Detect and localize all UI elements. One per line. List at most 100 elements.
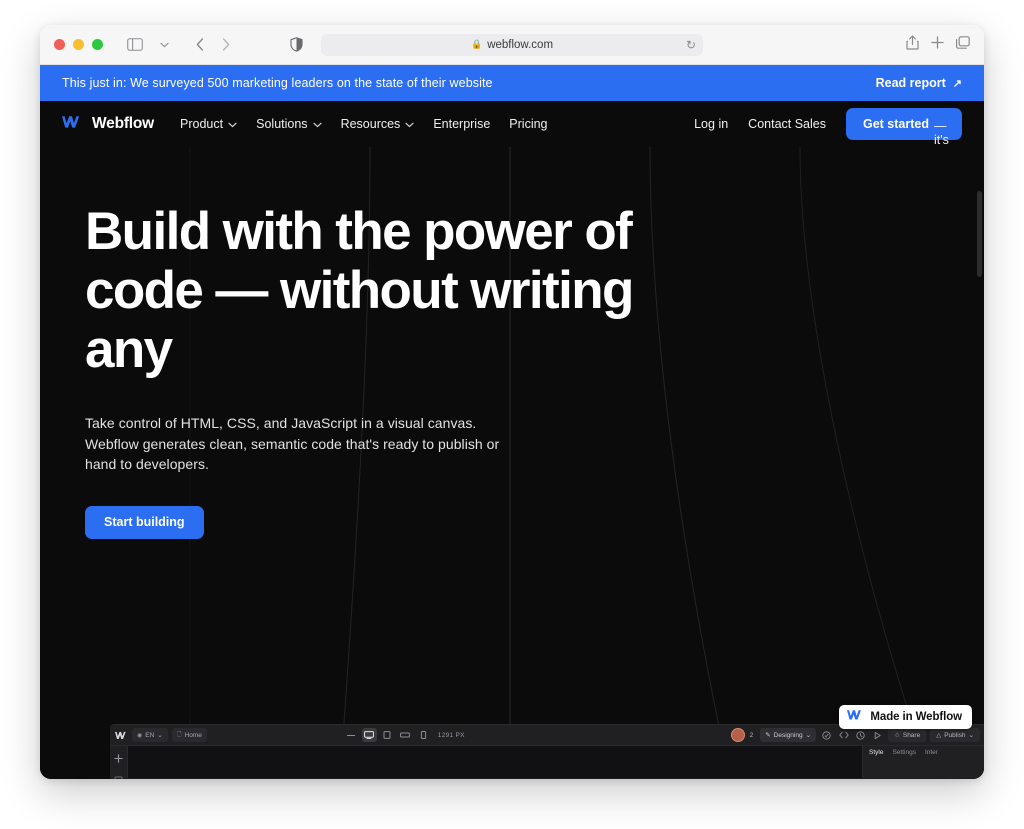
- announcement-banner: This just in: We surveyed 500 marketing …: [40, 65, 984, 101]
- address-bar[interactable]: 🔒 webflow.com ↻: [321, 33, 703, 56]
- brand-name: Webflow: [92, 115, 155, 132]
- mode-label: Designing: [773, 731, 803, 739]
- add-element-plus-icon[interactable]: [114, 750, 123, 768]
- chevron-down-icon: ⌄: [805, 732, 812, 739]
- privacy-shield-icon[interactable]: [290, 37, 303, 52]
- preview-icon[interactable]: [871, 729, 884, 742]
- viewport-desktop-button[interactable]: [361, 728, 377, 742]
- locale-label: EN: [145, 731, 155, 739]
- screenshot-stage: 🔒 webflow.com ↻ This just in: We surveye…: [0, 0, 1024, 829]
- get-started-button[interactable]: Get started — it's free: [846, 108, 962, 161]
- clock-icon[interactable]: [854, 729, 867, 742]
- nav-item-pricing[interactable]: Pricing: [509, 117, 547, 131]
- viewport-controls: 1291 PX: [344, 728, 465, 742]
- site-navbar: Webflow Product Solutions Resources Ente…: [40, 101, 984, 161]
- designer-body: Style Settings Inter: [110, 746, 984, 779]
- browser-chrome: 🔒 webflow.com ↻: [40, 25, 984, 65]
- nav-item-resources[interactable]: Resources: [341, 117, 415, 131]
- viewport-tablet-button[interactable]: [380, 728, 395, 742]
- tab-style[interactable]: Style: [869, 749, 883, 756]
- contact-sales-link[interactable]: Contact Sales: [748, 117, 826, 131]
- address-bar-url: webflow.com: [487, 38, 554, 51]
- tab-interactions[interactable]: Inter: [925, 749, 938, 756]
- code-icon[interactable]: [837, 729, 850, 742]
- pencil-icon: ✎: [765, 732, 771, 739]
- webflow-brand-link[interactable]: Webflow: [62, 115, 154, 134]
- lock-icon: 🔒: [470, 39, 483, 49]
- publish-button[interactable]: △ Publish ⌄: [930, 728, 980, 742]
- chevron-down-icon: ⌄: [968, 732, 974, 739]
- read-report-link[interactable]: Read report ↗: [876, 76, 962, 90]
- viewport-width-label: 1291 PX: [437, 731, 465, 739]
- banner-text: This just in: We surveyed 500 marketing …: [62, 76, 493, 90]
- hero-section: Build with the power of code — without w…: [40, 147, 984, 779]
- rocket-icon: △: [936, 732, 942, 739]
- nav-item-product-label: Product: [180, 117, 224, 131]
- tab-overview-icon[interactable]: [956, 35, 970, 54]
- designer-actions: 2 ✎ Designing ⌄ ☃ Share △ Publish ⌄: [730, 728, 980, 742]
- web-page: This just in: We surveyed 500 marketing …: [40, 65, 984, 779]
- share-icon[interactable]: [906, 34, 919, 55]
- nav-item-enterprise-label: Enterprise: [433, 117, 491, 131]
- zoom-window-button[interactable]: [92, 39, 103, 50]
- person-icon: ☃: [894, 732, 900, 739]
- close-window-button[interactable]: [54, 39, 65, 50]
- tab-settings[interactable]: Settings: [892, 749, 916, 756]
- read-report-label: Read report: [875, 76, 946, 90]
- hero-headline: Build with the power of code — without w…: [85, 202, 634, 379]
- webflow-logo-icon: [62, 115, 83, 134]
- collapse-icon[interactable]: [344, 728, 359, 742]
- nav-item-product[interactable]: Product: [180, 117, 237, 131]
- audit-icon[interactable]: [820, 729, 833, 742]
- globe-icon: ◉: [137, 732, 143, 739]
- browser-back-button[interactable]: [188, 34, 212, 56]
- made-in-webflow-badge[interactable]: Made in Webflow: [839, 705, 972, 729]
- login-link[interactable]: Log in: [694, 117, 728, 131]
- sidebar-icon[interactable]: [123, 34, 147, 56]
- new-tab-plus-icon[interactable]: [931, 35, 944, 54]
- made-in-webflow-label: Made in Webflow: [870, 711, 962, 723]
- nav-item-pricing-label: Pricing: [509, 117, 548, 131]
- designer-canvas[interactable]: [128, 746, 862, 778]
- get-started-label: Get started: [863, 117, 929, 131]
- hero-subhead: Take control of HTML, CSS, and JavaScrip…: [85, 415, 500, 472]
- nav-item-resources-label: Resources: [340, 117, 401, 131]
- share-label: Share: [902, 731, 921, 739]
- external-arrow-icon: ↗: [952, 77, 962, 90]
- publish-label: Publish: [944, 731, 966, 739]
- chevron-down-icon: [405, 117, 414, 131]
- pages-panel-icon[interactable]: [114, 772, 123, 779]
- collaborator-count: 2: [749, 731, 754, 739]
- nav-links: Product Solutions Resources Enterprise P…: [180, 117, 547, 131]
- minimize-window-button[interactable]: [73, 39, 84, 50]
- viewport-mobile-portrait-button[interactable]: [416, 728, 431, 742]
- get-started-sublabel: — it's free: [934, 118, 956, 161]
- collaborator-avatar[interactable]: [730, 728, 745, 742]
- window-controls[interactable]: [54, 39, 103, 50]
- viewport-mobile-landscape-button[interactable]: [398, 728, 413, 742]
- browser-window: 🔒 webflow.com ↻ This just in: We surveye…: [40, 25, 984, 779]
- start-building-button[interactable]: Start building: [85, 505, 204, 539]
- browser-forward-button[interactable]: [214, 34, 238, 56]
- designer-left-toolbar: [110, 746, 128, 779]
- designer-panel-tabs: Style Settings Inter: [863, 749, 984, 756]
- designer-right-panel: Style Settings Inter: [862, 746, 984, 778]
- share-button[interactable]: ☃ Share: [888, 728, 927, 742]
- chevron-down-icon: [312, 117, 322, 131]
- nav-item-enterprise[interactable]: Enterprise: [433, 117, 490, 131]
- nav-item-solutions-label: Solutions: [256, 117, 308, 131]
- webflow-logo-icon[interactable]: [114, 728, 129, 743]
- mode-selector[interactable]: ✎ Designing ⌄: [760, 728, 817, 742]
- page-icon: 🗋: [176, 732, 182, 738]
- nav-item-solutions[interactable]: Solutions: [256, 117, 322, 131]
- chevron-down-icon: [228, 117, 237, 131]
- page-label: Home: [184, 731, 202, 739]
- webflow-logo-icon: [847, 708, 864, 726]
- page-selector[interactable]: 🗋 Home: [171, 728, 207, 742]
- webflow-designer-preview: ◉ EN ⌄ 🗋 Home 1291 PX 2 ✎ Designing ⌄ ☃ …: [110, 724, 984, 779]
- chevron-down-icon: ⌄: [157, 732, 163, 739]
- reload-icon[interactable]: ↻: [686, 38, 696, 52]
- nav-actions: Log in Contact Sales Get started — it's …: [694, 108, 962, 161]
- sidebar-chevron-down-icon[interactable]: [152, 34, 176, 56]
- locale-selector[interactable]: ◉ EN ⌄: [132, 728, 168, 742]
